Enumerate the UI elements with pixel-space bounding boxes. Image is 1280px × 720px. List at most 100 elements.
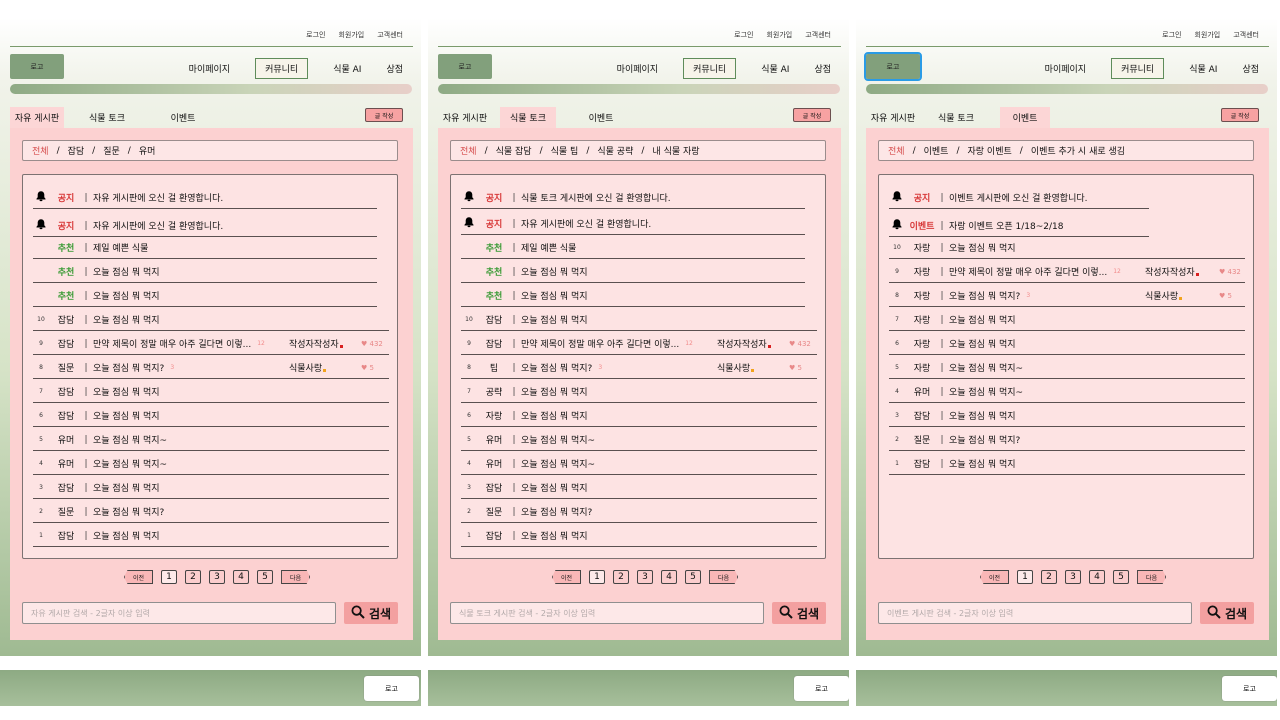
filter-0[interactable]: 전체 [32,144,49,157]
post-title[interactable]: 오늘 점심 뭐 먹지 [521,289,588,302]
post-row[interactable]: 8 자랑 | 오늘 점심 뭐 먹지? 3 식물사랑 ♥ 5 [889,285,1245,307]
page-button-3[interactable]: 3 [1065,570,1082,584]
post-row[interactable]: 추천 | 오늘 점심 뭐 먹지 [33,285,377,307]
post-row[interactable]: 10 자랑 | 오늘 점심 뭐 먹지 [889,237,1245,259]
post-title[interactable]: 만약 제목이 정말 매우 아주 길다면 이렇... [949,265,1107,278]
post-row[interactable]: 9 자랑 | 만약 제목이 정말 매우 아주 길다면 이렇... 12 작성자작성자 ♥ 4… [889,261,1245,283]
filter-4[interactable]: 내 식물 자랑 [652,144,699,157]
post-row[interactable]: 공지 | 자유 게시판에 오신 걸 환영합니다. [33,215,377,237]
post-row[interactable]: 6 자랑 | 오늘 점심 뭐 먹지 [889,333,1245,355]
post-row[interactable]: 9 잡담 | 만약 제목이 정말 매우 아주 길다면 이렇... 12 작성자작성자 ♥ 4… [461,333,817,355]
post-author[interactable]: 식물사랑 [717,361,755,374]
post-row[interactable]: 7 공략 | 오늘 점심 뭐 먹지 [461,381,817,403]
page-button-4[interactable]: 4 [661,570,678,584]
post-row[interactable]: 2 질문 | 오늘 점심 뭐 먹지? [33,501,389,523]
page-button-5[interactable]: 5 [685,570,702,584]
post-title[interactable]: 오늘 점심 뭐 먹지~ [949,361,1023,374]
search-button[interactable]: 검색 [772,602,826,624]
page-button-5[interactable]: 5 [1113,570,1130,584]
post-row[interactable]: 3 잡담 | 오늘 점심 뭐 먹지 [461,477,817,499]
nav-store[interactable]: 상점 [814,62,831,75]
post-row[interactable]: 6 자랑 | 오늘 점심 뭐 먹지 [461,405,817,427]
write-post-button[interactable]: 글 작성 [793,108,831,122]
nav-plant-ai[interactable]: 식물 AI [761,62,789,75]
post-title[interactable]: 오늘 점심 뭐 먹지 [521,529,588,542]
tab-event[interactable]: 이벤트 [158,107,208,128]
post-title[interactable]: 오늘 점심 뭐 먹지 [93,481,160,494]
nav-community[interactable]: 커뮤니티 [255,58,309,79]
post-title[interactable]: 오늘 점심 뭐 먹지~ [949,385,1023,398]
nav-store[interactable]: 상점 [386,62,403,75]
post-row[interactable]: 3 잡담 | 오늘 점심 뭐 먹지 [889,405,1245,427]
post-row[interactable]: 7 자랑 | 오늘 점심 뭐 먹지 [889,309,1245,331]
filter-3[interactable]: 이벤트 추가 시 새로 생김 [1031,144,1125,157]
post-title[interactable]: 오늘 점심 뭐 먹지 [93,385,160,398]
page-button-1[interactable]: 1 [161,570,178,584]
post-row[interactable]: 8 팁 | 오늘 점심 뭐 먹지? 3 식물사랑 ♥ 5 [461,357,817,379]
page-button-4[interactable]: 4 [1089,570,1106,584]
search-input[interactable]: 자유 게시판 검색 - 2글자 이상 입력 [22,602,336,624]
support-link[interactable]: 고객센터 [1233,30,1259,40]
signup-link[interactable]: 회원가입 [1194,30,1220,40]
page-button-2[interactable]: 2 [185,570,202,584]
prev-page-button[interactable]: 이전 [552,570,582,584]
post-title[interactable]: 오늘 점심 뭐 먹지 [949,241,1016,254]
post-title[interactable]: 이벤트 게시판에 오신 걸 환영합니다. [949,191,1088,204]
tab-event[interactable]: 이벤트 [1000,107,1050,128]
post-title[interactable]: 오늘 점심 뭐 먹지 [93,265,160,278]
post-title[interactable]: 오늘 점심 뭐 먹지? [93,361,164,374]
search-input[interactable]: 이벤트 게시판 검색 - 2글자 이상 입력 [878,602,1192,624]
filter-0[interactable]: 전체 [460,144,477,157]
post-title[interactable]: 자유 게시판에 오신 걸 환영합니다. [521,217,651,230]
write-post-button[interactable]: 글 작성 [365,108,403,122]
search-input[interactable]: 식물 토크 게시판 검색 - 2글자 이상 입력 [450,602,764,624]
tab-plant-talk[interactable]: 식물 토크 [76,107,138,128]
page-button-1[interactable]: 1 [589,570,606,584]
post-title[interactable]: 자랑 이벤트 오픈 1/18~2/18 [949,219,1064,232]
post-row[interactable]: 추천 | 제일 예쁜 식물 [33,237,377,259]
post-row[interactable]: 8 질문 | 오늘 점심 뭐 먹지? 3 식물사랑 ♥ 5 [33,357,389,379]
post-title[interactable]: 오늘 점심 뭐 먹지 [521,313,588,326]
prev-page-button[interactable]: 이전 [124,570,154,584]
post-row[interactable]: 1 잡담 | 오늘 점심 뭐 먹지 [889,453,1245,475]
nav-mypage[interactable]: 마이페이지 [189,62,230,75]
filter-2[interactable]: 질문 [103,144,120,157]
post-title[interactable]: 오늘 점심 뭐 먹지 [93,529,160,542]
tab-plant-talk[interactable]: 식물 토크 [928,107,984,128]
page-button-5[interactable]: 5 [257,570,274,584]
footer-logo[interactable]: 로고 [794,676,849,701]
prev-page-button[interactable]: 이전 [980,570,1010,584]
post-title[interactable]: 오늘 점심 뭐 먹지 [949,457,1016,470]
post-title[interactable]: 오늘 점심 뭐 먹지~ [521,433,595,446]
nav-plant-ai[interactable]: 식물 AI [1189,62,1217,75]
page-button-2[interactable]: 2 [1041,570,1058,584]
filter-3[interactable]: 식물 공략 [597,144,633,157]
post-row[interactable]: 4 유머 | 오늘 점심 뭐 먹지~ [461,453,817,475]
search-button[interactable]: 검색 [1200,602,1254,624]
post-title[interactable]: 오늘 점심 뭐 먹지? [949,433,1020,446]
nav-plant-ai[interactable]: 식물 AI [333,62,361,75]
filter-1[interactable]: 이벤트 [924,144,949,157]
post-title[interactable]: 오늘 점심 뭐 먹지~ [93,433,167,446]
next-page-button[interactable]: 다음 [281,570,311,584]
post-row[interactable]: 10 잡담 | 오늘 점심 뭐 먹지 [33,309,389,331]
support-link[interactable]: 고객센터 [377,30,403,40]
logo-button[interactable]: 로고 [10,54,64,79]
post-title[interactable]: 오늘 점심 뭐 먹지 [949,337,1016,350]
post-title[interactable]: 오늘 점심 뭐 먹지 [93,313,160,326]
post-title[interactable]: 오늘 점심 뭐 먹지? [521,505,592,518]
post-title[interactable]: 오늘 점심 뭐 먹지? [521,361,592,374]
next-page-button[interactable]: 다음 [1137,570,1167,584]
tab-free-board[interactable]: 자유 게시판 [438,107,492,128]
post-row[interactable]: 7 잡담 | 오늘 점심 뭐 먹지 [33,381,389,403]
logo-button[interactable]: 로고 [864,52,922,81]
post-author[interactable]: 작성자작성자 [289,337,343,350]
post-title[interactable]: 오늘 점심 뭐 먹지 [521,409,588,422]
filter-2[interactable]: 식물 팁 [551,144,579,157]
filter-3[interactable]: 유머 [139,144,156,157]
footer-logo[interactable]: 로고 [1222,676,1277,701]
post-row[interactable]: 공지 | 자유 게시판에 오신 걸 환영합니다. [461,213,805,235]
nav-community[interactable]: 커뮤니티 [1111,58,1165,79]
tab-event[interactable]: 이벤트 [576,107,626,128]
post-title[interactable]: 오늘 점심 뭐 먹지 [93,289,160,302]
